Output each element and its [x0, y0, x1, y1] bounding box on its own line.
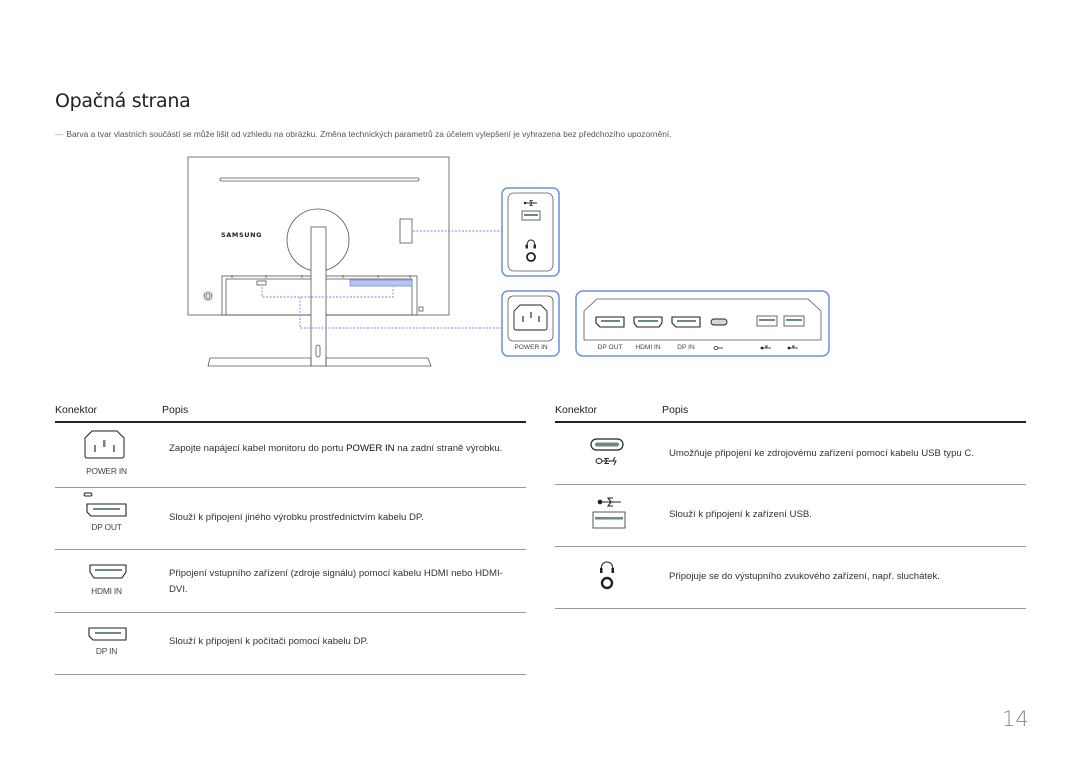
power-in-label: POWER IN	[514, 344, 548, 351]
bottom-usb-c-port	[710, 318, 728, 326]
row-description: Slouží k připojení k zařízení USB.	[669, 509, 812, 520]
dp-in-label: DP IN	[95, 646, 118, 656]
monitor-back-diagram: SAMSUNG	[187, 156, 830, 367]
samsung-logo: SAMSUNG	[221, 231, 262, 239]
usb-small-icon-2	[787, 345, 798, 350]
row-description: Připojuje se do výstupního zvukového zař…	[669, 571, 940, 582]
table-row: Umožňuje připojení ke zdrojovému zařízen…	[555, 423, 1026, 485]
dp-in-icon: DP IN	[55, 613, 158, 674]
hdmi-in-label: HDMI IN	[635, 344, 661, 351]
row-description: Slouží k připojení jiného výrobku prostř…	[169, 512, 424, 523]
top-vent	[219, 177, 420, 182]
connector-table-right: Konektor Popis Umožňuje připojení ke zdr…	[555, 400, 1026, 609]
dp-in-label: DP IN	[677, 344, 695, 351]
table-row: Připojuje se do výstupního zvukového zař…	[555, 547, 1026, 609]
side-headphone-icon	[525, 239, 536, 262]
table-row: DP OUT Slouží k připojení jiného výrobku…	[55, 488, 526, 550]
header-description: Popis	[662, 404, 689, 416]
row-description: Slouží k připojení k počítači pomocí kab…	[169, 636, 369, 647]
page-number: 14	[1002, 707, 1029, 731]
table-header: Konektor Popis	[55, 400, 526, 423]
dp-out-icon: DP OUT	[55, 488, 158, 549]
headphone-icon	[555, 547, 658, 608]
table-header: Konektor Popis	[555, 400, 1026, 423]
row-description: Umožňuje připojení ke zdrojovému zařízen…	[669, 448, 975, 459]
row-description: Zapojte napájecí kabel monitoru do portu…	[169, 443, 503, 454]
usb-a-icon	[555, 485, 658, 546]
header-connector: Konektor	[55, 404, 98, 416]
dp-out-label: DP OUT	[597, 344, 623, 351]
usb-c-power-small-icon	[713, 346, 723, 350]
power-in-icon: POWER IN	[55, 423, 158, 487]
dp-out-label: DP OUT	[91, 522, 122, 532]
connector-table-left: Konektor Popis POWER IN Zapojte napájecí…	[55, 400, 526, 675]
small-port	[256, 280, 267, 286]
table-row: DP IN Slouží k připojení k počítači pomo…	[55, 613, 526, 675]
hdmi-in-label: HDMI IN	[91, 586, 122, 596]
hdmi-icon: HDMI IN	[55, 550, 158, 612]
usb-c-icon	[555, 423, 658, 484]
usb-small-icon-1	[760, 345, 771, 350]
side-port-panel	[399, 218, 413, 244]
header-connector: Konektor	[555, 404, 598, 416]
power-in-label: POWER IN	[86, 466, 127, 476]
table-row: Slouží k připojení k zařízení USB.	[555, 485, 1026, 547]
table-row: HDMI IN Připojení vstupního zařízení (zd…	[55, 550, 526, 613]
header-description: Popis	[162, 404, 189, 416]
highlighted-ports	[349, 279, 413, 287]
row-description: Připojení vstupního zařízení (zdroje sig…	[169, 568, 503, 595]
table-row: POWER IN Zapojte napájecí kabel monitoru…	[55, 423, 526, 488]
side-usb-icon	[523, 200, 537, 206]
